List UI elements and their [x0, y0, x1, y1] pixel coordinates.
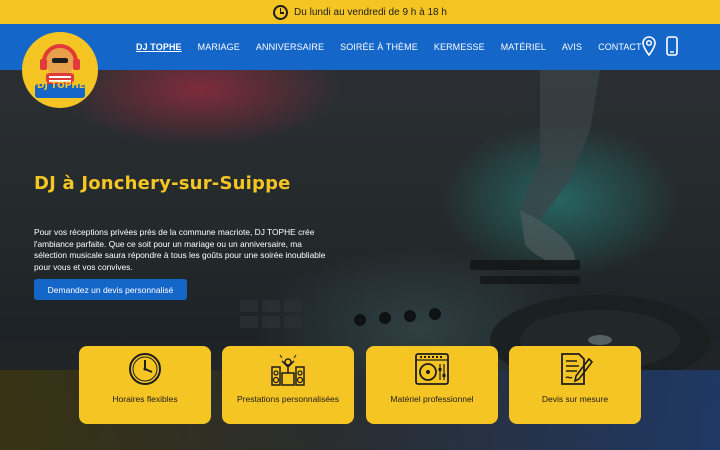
feature-label: Devis sur mesure	[541, 394, 609, 404]
nav-soiree-a-theme[interactable]: SOIRÉE À THÈME	[332, 42, 426, 52]
document-pen-icon	[561, 353, 593, 385]
hero-title: DJ à Jonchery-sur-Suippe	[34, 173, 291, 194]
site-logo[interactable]: DJ TOPHE	[22, 32, 98, 108]
hero-description: Pour vos réceptions privées près de la c…	[34, 227, 326, 272]
nav-contact[interactable]: CONTACT	[590, 42, 650, 52]
logo-text: DJ TOPHE	[36, 81, 86, 91]
nav-materiel[interactable]: MATÉRIEL	[493, 42, 554, 52]
opening-hours: Du lundi au vendredi de 9 h à 18 h	[294, 6, 447, 18]
clock-icon	[129, 353, 161, 385]
nav-dj-tophe[interactable]: DJ TOPHE	[128, 42, 190, 52]
dj-mascot-icon	[35, 44, 85, 98]
location-pin-icon[interactable]	[642, 36, 656, 56]
feature-label: Matériel professionnel	[390, 394, 474, 404]
quote-request-button[interactable]: Demandez un devis personnalisé	[34, 279, 187, 300]
feature-card-flexible-hours: Horaires flexibles	[79, 346, 211, 424]
nav-kermesse[interactable]: KERMESSE	[426, 42, 493, 52]
clock-icon	[273, 4, 289, 20]
feature-card-custom-quote: Devis sur mesure	[509, 346, 641, 424]
dj-speakers-icon	[271, 354, 305, 386]
feature-label: Prestations personnalisées	[236, 394, 340, 404]
feature-label: Horaires flexibles	[112, 394, 178, 404]
phone-icon[interactable]	[666, 36, 678, 56]
feature-card-pro-equipment: Matériel professionnel	[366, 346, 498, 424]
nav-avis[interactable]: AVIS	[554, 42, 590, 52]
turntable-icon	[415, 353, 449, 385]
top-info-bar: Du lundi au vendredi de 9 h à 18 h	[0, 0, 720, 24]
nav-anniversaire[interactable]: ANNIVERSAIRE	[248, 42, 332, 52]
nav-icons	[642, 36, 678, 56]
feature-card-custom-services: Prestations personnalisées	[222, 346, 354, 424]
main-nav: DJ TOPHE MARIAGE ANNIVERSAIRE SOIRÉE À T…	[128, 24, 650, 70]
nav-mariage[interactable]: MARIAGE	[190, 42, 248, 52]
